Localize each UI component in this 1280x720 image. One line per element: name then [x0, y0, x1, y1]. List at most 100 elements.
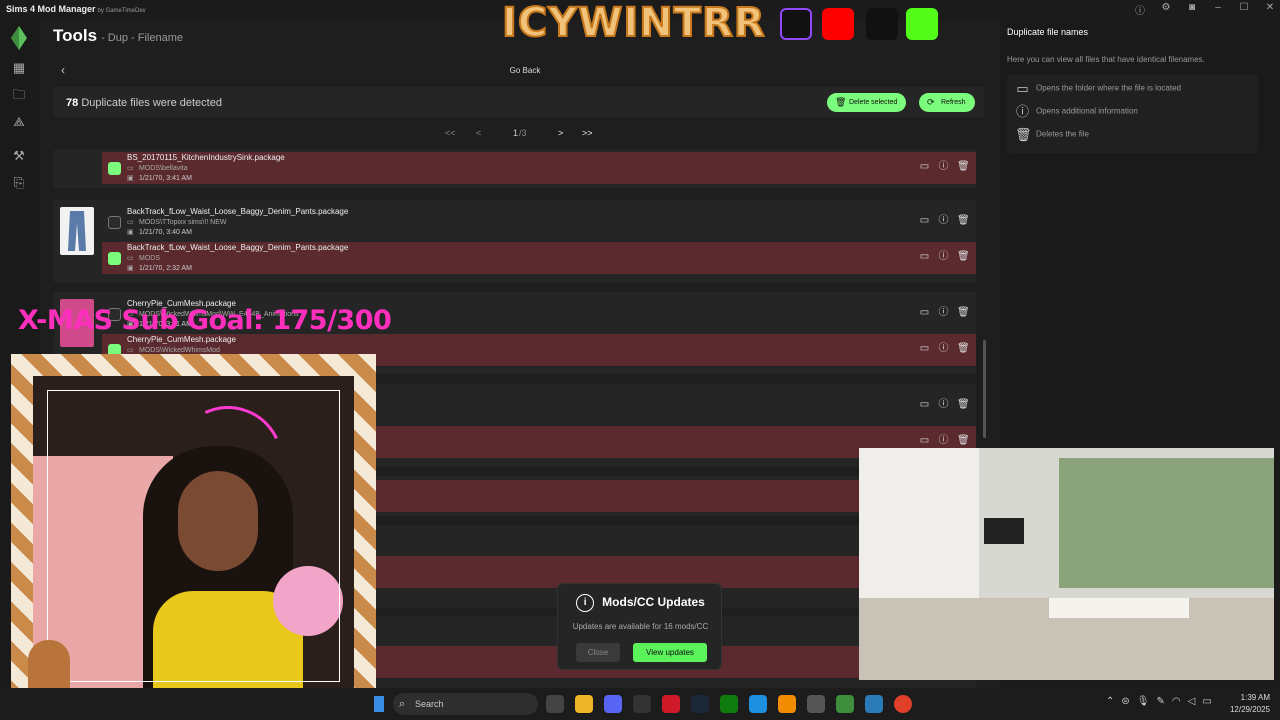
clock[interactable]: 1:39 AM 12/29/2025 — [1230, 692, 1270, 716]
folder-icon: ▭ — [127, 219, 134, 226]
file-path: ▭ MODS\bellavita — [127, 165, 188, 172]
info-icon[interactable]: ⓘ — [938, 251, 949, 262]
obs-icon[interactable] — [633, 695, 651, 713]
trash-icon[interactable]: 🗑 — [957, 215, 970, 226]
tools-icon[interactable]: ⚒ — [11, 148, 27, 164]
close-button[interactable]: Close — [576, 643, 620, 662]
open-folder-icon[interactable]: ▭ — [919, 399, 930, 410]
file-checkbox[interactable] — [108, 216, 121, 229]
last-page-button[interactable]: >> — [582, 128, 593, 138]
plumbob-logo-icon[interactable] — [7, 26, 31, 50]
settings-icon[interactable]: ⚙ — [1160, 2, 1172, 17]
toast-title: i Mods/CC Updates — [558, 594, 723, 612]
app-author: by GameTimeDev — [97, 8, 146, 14]
app-icon[interactable] — [778, 695, 796, 713]
trash-icon[interactable]: 🗑 — [957, 399, 970, 410]
categories-icon[interactable]: ⟁ — [11, 114, 27, 130]
file-checkbox[interactable] — [108, 162, 121, 175]
pen-icon[interactable]: ✎ — [1156, 696, 1164, 707]
open-folder-icon[interactable]: ▭ — [919, 251, 930, 262]
file-name: BackTrack_fLow_Waist_Loose_Baggy_Denim_P… — [127, 243, 349, 252]
prev-page-button[interactable]: < — [476, 128, 481, 138]
file-actions: ▭ ⓘ 🗑 — [919, 399, 970, 410]
delete-selected-button[interactable]: 🗑 Delete selected — [827, 93, 907, 112]
open-folder-icon[interactable]: ▭ — [919, 435, 930, 446]
info-icon[interactable]: ⓘ — [938, 161, 949, 172]
dashboard-icon[interactable]: ▦ — [11, 60, 27, 76]
trash-icon: 🗑 — [835, 97, 847, 107]
total-pages: /3 — [519, 128, 527, 138]
open-folder-icon[interactable]: ▭ — [919, 307, 930, 318]
file-date: ▣ 1/21/70, 3:40 AM — [127, 229, 192, 236]
file-explorer-icon[interactable] — [575, 695, 593, 713]
go-back-bar[interactable]: ‹ Go Back — [54, 60, 984, 82]
taskbar: ⌕ Search ⌃ ⊜ 🎙 ✎ ◠ ◁ ▭ 1:39 AM 12/29/2025 — [0, 688, 1280, 720]
trash-icon[interactable]: 🗑 — [957, 307, 970, 318]
pagination: << < 1 /3 > >> — [440, 128, 610, 142]
view-updates-button[interactable]: View updates — [633, 643, 707, 662]
calendar-icon: ▣ — [127, 265, 134, 272]
app-icon[interactable] — [865, 695, 883, 713]
network-icon[interactable]: ⊜ — [1121, 696, 1129, 707]
first-page-button[interactable]: << — [445, 128, 456, 138]
refresh-label: Refresh — [941, 99, 966, 106]
file-actions: ▭ ⓘ 🗑 — [919, 435, 970, 446]
refresh-icon: ⟳ — [927, 97, 935, 107]
file-actions: ▭ ⓘ 🗑 — [919, 161, 970, 172]
updates-toast: i Mods/CC Updates Updates are available f… — [557, 583, 722, 670]
refresh-button[interactable]: ⟳ Refresh — [919, 93, 975, 112]
date: 12/29/2025 — [1229, 705, 1270, 714]
search-icon: ⌕ — [399, 698, 406, 710]
folder-icon: ▭ — [127, 347, 134, 354]
list-scrollbar[interactable] — [983, 340, 986, 438]
folder-icon[interactable]: 🗀 — [11, 87, 27, 103]
steam-icon[interactable] — [691, 695, 709, 713]
opera-icon[interactable] — [662, 695, 680, 713]
app-icon[interactable] — [807, 695, 825, 713]
microphone-icon[interactable]: 🎙 — [1137, 696, 1150, 707]
trash-icon[interactable]: 🗑 — [957, 161, 970, 172]
open-folder-icon[interactable]: ▭ — [919, 343, 930, 354]
youtube-icon — [822, 8, 854, 40]
file-actions: ▭ ⓘ 🗑 — [919, 343, 970, 354]
file-row: BS_20170115_KitchenIndustrySink.package … — [102, 152, 976, 184]
close-button[interactable]: ✕ — [1264, 2, 1276, 17]
battery-icon[interactable]: ▭ — [1202, 696, 1211, 707]
wifi-icon[interactable]: ◠ — [1172, 696, 1181, 707]
help-icon[interactable]: ⓘ — [1134, 2, 1146, 17]
app-icon[interactable] — [894, 695, 912, 713]
app-icon[interactable] — [749, 695, 767, 713]
discord-icon[interactable] — [604, 695, 622, 713]
volume-icon[interactable]: ◁ — [1188, 696, 1196, 707]
xbox-icon[interactable] — [720, 695, 738, 713]
legend-item: ▭ Opens the folder where the file is loca… — [1016, 81, 1181, 96]
taskbar-search[interactable]: ⌕ Search — [393, 693, 538, 715]
file-checkbox[interactable] — [108, 252, 121, 265]
attachment-icon[interactable]: ⎘ — [11, 175, 27, 191]
file-row: BackTrack_fLow_Waist_Loose_Baggy_Denim_P… — [102, 242, 976, 274]
sims-mod-manager-icon[interactable] — [836, 695, 854, 713]
legend-item: ⓘ Opens additional information — [1015, 104, 1138, 119]
trash-icon[interactable]: 🗑 — [957, 435, 970, 446]
info-icon[interactable]: ⓘ — [938, 215, 949, 226]
file-name: CherryPie_CumMesh.package — [127, 335, 236, 344]
open-folder-icon[interactable]: ▭ — [919, 161, 930, 172]
task-view-icon[interactable] — [546, 695, 564, 713]
chevron-up-icon[interactable]: ⌃ — [1106, 696, 1114, 707]
start-icon[interactable] — [374, 696, 384, 712]
discord-icon[interactable]: ◙ — [1186, 2, 1198, 17]
file-name: BS_20170115_KitchenIndustrySink.package — [127, 153, 285, 162]
next-page-button[interactable]: > — [558, 128, 563, 138]
info-icon[interactable]: ⓘ — [938, 435, 949, 446]
maximize-button[interactable]: ☐ — [1238, 2, 1250, 17]
info-icon[interactable]: ⓘ — [938, 399, 949, 410]
minimize-button[interactable]: – — [1212, 2, 1224, 17]
file-actions: ▭ ⓘ 🗑 — [919, 307, 970, 318]
go-back-label[interactable]: Go Back — [54, 66, 996, 75]
trash-icon[interactable]: 🗑 — [957, 251, 970, 262]
info-icon[interactable]: ⓘ — [938, 307, 949, 318]
current-page: 1 — [513, 128, 519, 138]
trash-icon[interactable]: 🗑 — [957, 343, 970, 354]
open-folder-icon[interactable]: ▭ — [919, 215, 930, 226]
info-icon[interactable]: ⓘ — [938, 343, 949, 354]
